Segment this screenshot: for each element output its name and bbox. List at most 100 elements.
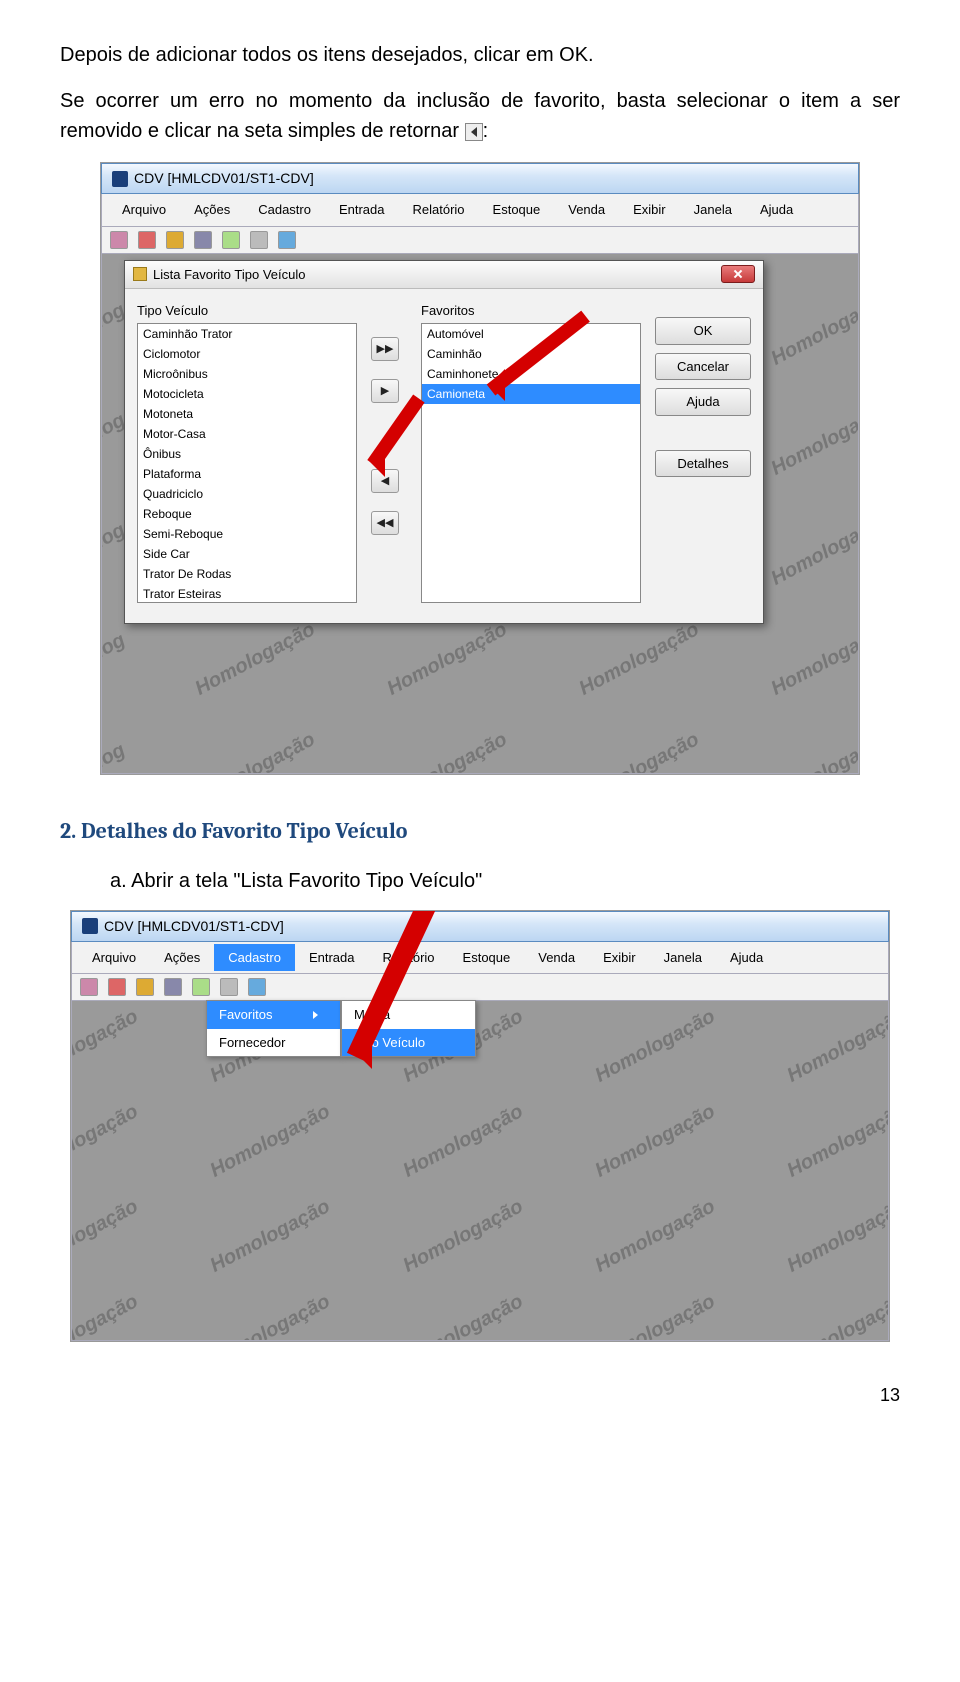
cancel-button[interactable]: Cancelar — [655, 353, 751, 381]
list-item[interactable]: Side Car — [138, 544, 356, 564]
watermark-text: Homologação — [766, 284, 858, 373]
watermark-text: Homolog — [102, 735, 131, 773]
menu-item-ajuda[interactable]: Ajuda — [716, 944, 777, 972]
list-item[interactable]: Reboque — [138, 504, 356, 524]
page-number: 13 — [60, 1382, 900, 1409]
details-button[interactable]: Detalhes — [655, 450, 751, 478]
list-item[interactable]: Automóvel — [422, 324, 640, 344]
wrench-icon[interactable] — [194, 231, 212, 249]
favorito-dialog: Lista Favorito Tipo Veículo Tipo Veículo… — [124, 260, 764, 624]
menu-item-janela[interactable]: Janela — [680, 196, 746, 224]
menu-item-cadastro[interactable]: Cadastro — [244, 196, 325, 224]
app-icon — [112, 171, 128, 187]
close-icon[interactable] — [721, 265, 755, 283]
app-icon-2 — [82, 918, 98, 934]
menubar-2: ArquivoAçõesCadastroEntradaRelatórioEsto… — [71, 942, 889, 975]
watermark-text: Homologação — [766, 394, 858, 483]
section-heading-2: 2. Detalhes do Favorito Tipo Veículo — [60, 815, 900, 848]
list-item[interactable]: Trator De Rodas — [138, 564, 356, 584]
menu-item-exibir[interactable]: Exibir — [619, 196, 680, 224]
menu-item-entrada[interactable]: Entrada — [295, 944, 369, 972]
watermark-text: Homologação — [782, 1192, 888, 1281]
ok-button[interactable]: OK — [655, 317, 751, 345]
window-title-text-2: CDV [HMLCDV01/ST1-CDV] — [104, 916, 284, 937]
list-item[interactable]: Semi-Reboque — [138, 524, 356, 544]
favoritos-label: Favoritos — [421, 301, 641, 321]
menu-item-exibir[interactable]: Exibir — [589, 944, 650, 972]
workspace-2: HomologaçãoHomologaçãoHomologaçãoHomolog… — [71, 1001, 889, 1341]
watermark-text: Homologação — [382, 614, 513, 703]
watermark-text: Homologação — [72, 1287, 144, 1340]
toolbar-2 — [71, 974, 889, 1001]
user-icon[interactable] — [110, 231, 128, 249]
watermark-text: Homologação — [766, 724, 858, 772]
doc-paragraph-1: Depois de adicionar todos os itens desej… — [60, 40, 900, 70]
watermark-text: Homologação — [397, 1192, 528, 1281]
move-all-right-icon[interactable]: ▶▶ — [371, 337, 399, 361]
watermark-text: Homologação — [574, 724, 705, 772]
help-button[interactable]: Ajuda — [655, 388, 751, 416]
watermark-text: Homologação — [72, 1192, 144, 1281]
list-item[interactable]: Trator Esteiras — [138, 584, 356, 603]
menu-item-venda[interactable]: Venda — [524, 944, 589, 972]
list-item[interactable]: Motor-Casa — [138, 424, 356, 444]
menu-item-entrada[interactable]: Entrada — [325, 196, 399, 224]
screenshot-2: CDV [HMLCDV01/ST1-CDV] ArquivoAçõesCadas… — [70, 910, 890, 1343]
section-heading-text: 2. Detalhes do Favorito Tipo Veículo — [60, 818, 407, 844]
list-item[interactable]: Motoneta — [138, 404, 356, 424]
menu-item-arquivo[interactable]: Arquivo — [108, 196, 180, 224]
user-icon[interactable] — [80, 978, 98, 996]
menu-item-cadastro[interactable]: Cadastro — [214, 944, 295, 972]
dialog-title-icon — [133, 267, 147, 281]
menu-item-relatório[interactable]: Relatório — [399, 196, 479, 224]
dropdown-item-fornecedor[interactable]: Fornecedor — [207, 1029, 340, 1057]
menu-item-ações[interactable]: Ações — [150, 944, 214, 972]
menu-item-ações[interactable]: Ações — [180, 196, 244, 224]
move-all-left-icon[interactable]: ◀◀ — [371, 511, 399, 535]
menu-item-arquivo[interactable]: Arquivo — [78, 944, 150, 972]
watermark-text: Homologação — [782, 1287, 888, 1340]
watermark-text: Homologação — [589, 1097, 720, 1186]
watermark-text: Homologação — [782, 1002, 888, 1091]
list-item[interactable]: Quadriciclo — [138, 484, 356, 504]
paste-icon[interactable] — [220, 978, 238, 996]
watermark-text: Homologação — [574, 614, 705, 703]
watermark-text: Homologação — [589, 1002, 720, 1091]
watermark-text: Homologação — [205, 1097, 336, 1186]
person-icon[interactable] — [248, 978, 266, 996]
move-right-icon[interactable]: ▶ — [371, 379, 399, 403]
watermark-text: Homologação — [205, 1287, 336, 1340]
list-item[interactable]: Ônibus — [138, 444, 356, 464]
window-title-text: CDV [HMLCDV01/ST1-CDV] — [134, 168, 314, 189]
tipo-veiculo-listbox[interactable]: Caminhão TratorCiclomotorMicroônibusMoto… — [137, 323, 357, 603]
window-titlebar: CDV [HMLCDV01/ST1-CDV] — [101, 163, 859, 194]
lock-icon[interactable] — [136, 978, 154, 996]
menu-item-janela[interactable]: Janela — [650, 944, 716, 972]
menu-item-estoque[interactable]: Estoque — [449, 944, 525, 972]
paste-icon[interactable] — [250, 231, 268, 249]
menu-item-venda[interactable]: Venda — [554, 196, 619, 224]
tools-icon[interactable] — [108, 978, 126, 996]
menu-item-estoque[interactable]: Estoque — [479, 196, 555, 224]
list-item[interactable]: Plataforma — [138, 464, 356, 484]
lock-icon[interactable] — [166, 231, 184, 249]
watermark-text: Homologação — [766, 614, 858, 703]
watermark-text: Homolog — [102, 625, 131, 692]
list-item[interactable]: Motocicleta — [138, 384, 356, 404]
sub-item-a-text: a. Abrir a tela "Lista Favorito Tipo Veí… — [110, 870, 482, 892]
copy-icon[interactable] — [192, 978, 210, 996]
wrench-icon[interactable] — [164, 978, 182, 996]
list-item[interactable]: Ciclomotor — [138, 344, 356, 364]
watermark-text: Homologação — [205, 1192, 336, 1281]
list-item[interactable]: Camioneta — [422, 384, 640, 404]
list-item[interactable]: Microônibus — [138, 364, 356, 384]
watermark-text: Homologação — [782, 1097, 888, 1186]
copy-icon[interactable] — [222, 231, 240, 249]
dialog-title-text: Lista Favorito Tipo Veículo — [153, 265, 305, 285]
doc-para2-after: : — [483, 120, 489, 142]
list-item[interactable]: Caminhão Trator — [138, 324, 356, 344]
tools-icon[interactable] — [138, 231, 156, 249]
person-icon[interactable] — [278, 231, 296, 249]
menu-item-ajuda[interactable]: Ajuda — [746, 196, 807, 224]
dropdown-item-favoritos[interactable]: Favoritos — [207, 1001, 340, 1029]
